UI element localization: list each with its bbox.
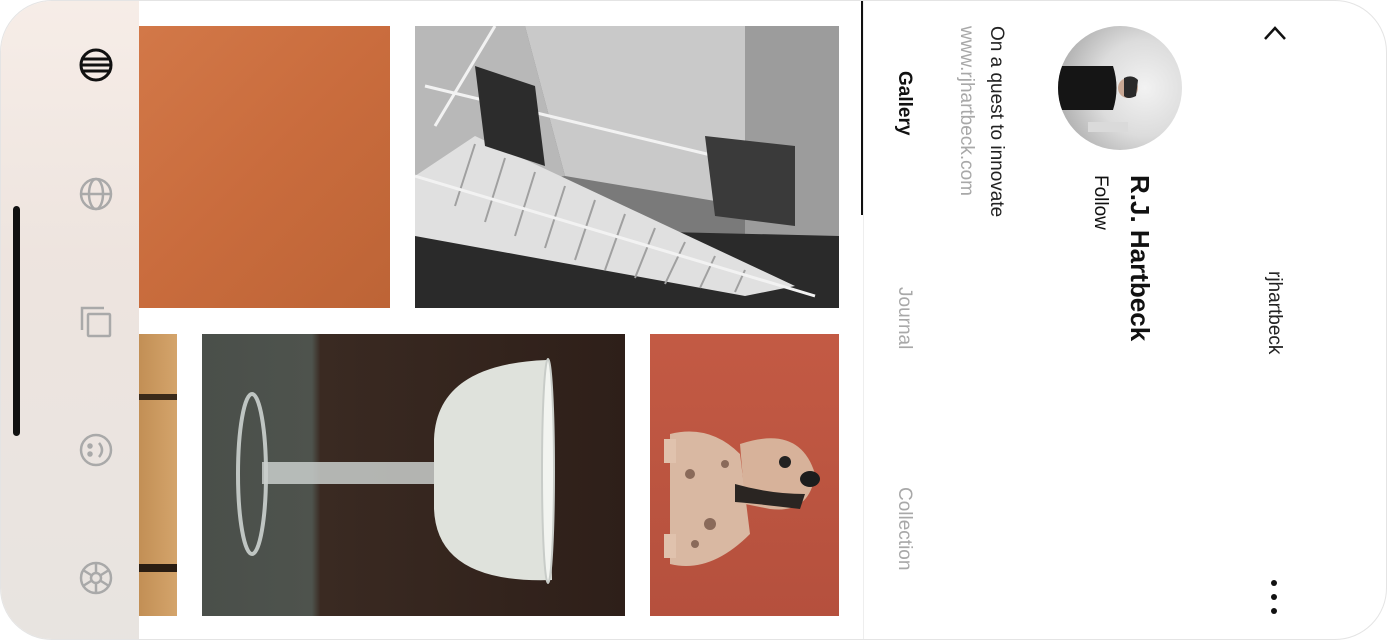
- username: rjhartbeck: [1264, 271, 1285, 355]
- profile-website-link[interactable]: www.rjhartbeck.com: [955, 26, 977, 196]
- nav-rail: [1, 1, 139, 639]
- cocktail-image: [236, 358, 555, 584]
- staircase-image: [415, 26, 839, 308]
- cocktail-glass-photo[interactable]: [202, 334, 625, 616]
- wood-panel-photo[interactable]: [139, 334, 177, 616]
- panel-border: [863, 1, 864, 639]
- tab-journal[interactable]: Journal: [893, 287, 915, 349]
- tab-gallery[interactable]: Gallery: [893, 71, 915, 135]
- profile-name: R.J. Hartbeck: [1125, 175, 1155, 342]
- profile-bio: On a quest to innovate: [986, 26, 1007, 218]
- settings-icon[interactable]: [78, 560, 114, 596]
- tab-collection[interactable]: Collection: [893, 487, 915, 570]
- collapse-chevron-icon[interactable]: [1261, 21, 1289, 45]
- ceramic-dog-photo[interactable]: [650, 334, 839, 616]
- active-tab-indicator: [861, 1, 863, 215]
- avatar[interactable]: [1058, 26, 1182, 150]
- orange-wall-photo[interactable]: [139, 26, 390, 308]
- scrollbar[interactable]: [13, 206, 20, 436]
- dog-figurine-image: [664, 431, 820, 566]
- copy-icon[interactable]: [78, 304, 114, 340]
- concrete-staircase-photo[interactable]: [415, 26, 839, 308]
- globe-icon[interactable]: [78, 176, 114, 212]
- menu-icon[interactable]: [78, 47, 114, 83]
- smiley-icon[interactable]: [78, 432, 114, 468]
- follow-button[interactable]: Follow: [1089, 175, 1111, 230]
- app-window: rjhartbeck R.J. Hartbeck Follow On a que…: [0, 0, 1387, 640]
- more-options-icon[interactable]: [1265, 579, 1283, 617]
